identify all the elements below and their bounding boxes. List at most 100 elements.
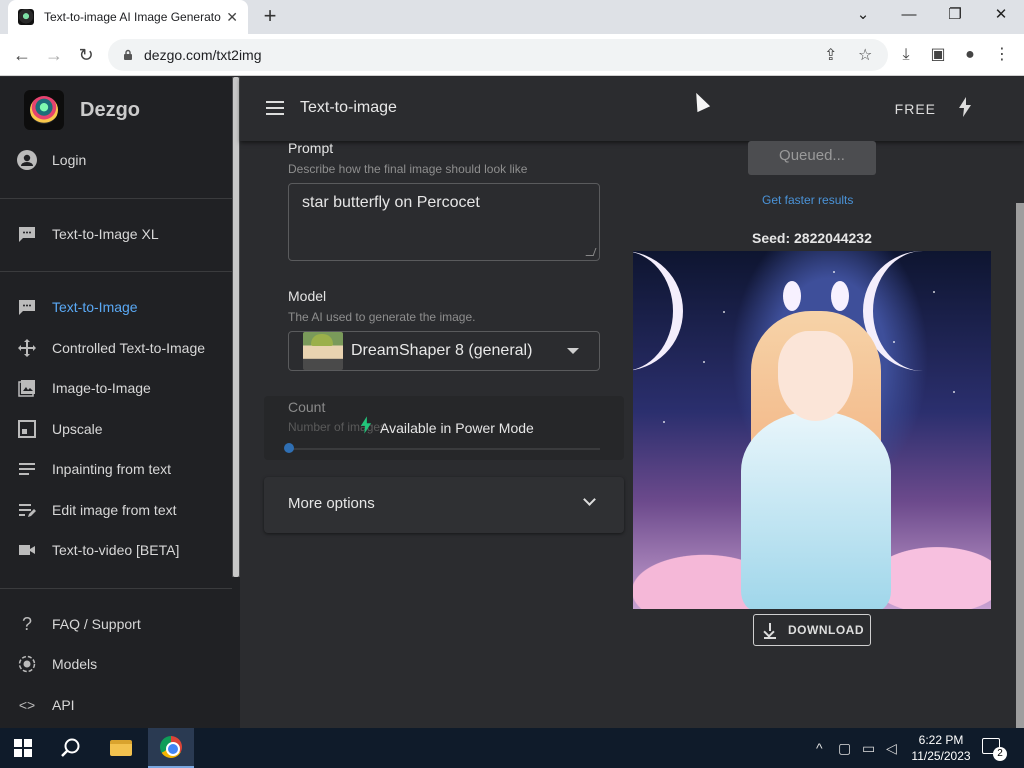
more-options-expander[interactable]: More options xyxy=(264,477,624,533)
folder-icon xyxy=(110,740,132,756)
sidebar: Dezgo Login Text-to-Image XL Text-to-Ima… xyxy=(0,77,240,728)
omnibox[interactable]: dezgo.com/txt2img ⇪ ☆ xyxy=(108,39,888,71)
download-button[interactable]: DOWNLOAD xyxy=(753,614,871,646)
lightning-icon[interactable] xyxy=(958,97,972,122)
notification-icon[interactable]: 2 xyxy=(982,738,1007,761)
image-icon xyxy=(16,377,38,399)
main-scrollbar[interactable] xyxy=(1016,203,1024,728)
bookmark-star-icon[interactable]: ☆ xyxy=(858,45,872,65)
generated-image[interactable] xyxy=(633,251,991,609)
top-app-bar: Text-to-image FREE xyxy=(240,77,1024,141)
page-title: Text-to-image xyxy=(300,99,397,116)
sidebar-item-inpainting-from-text[interactable]: Inpainting from text xyxy=(16,457,171,481)
notification-count: 2 xyxy=(993,747,1007,761)
download-icon xyxy=(764,623,776,637)
sidebar-item-label: Text-to-Image xyxy=(52,299,138,315)
seed-text: Seed: 2822044232 xyxy=(752,230,872,246)
close-window-button[interactable]: ✕ xyxy=(978,0,1024,34)
taskbar: ^ ▢ ▭ ◁ 6:22 PM 11/25/2023 2 xyxy=(0,728,1024,768)
sidebar-item-label: Upscale xyxy=(52,421,103,437)
resize-handle-icon[interactable] xyxy=(585,248,597,256)
download-label: DOWNLOAD xyxy=(788,623,864,637)
edit-icon xyxy=(16,499,38,521)
windows-icon xyxy=(14,739,32,757)
power-mode-notice[interactable]: Available in Power Mode xyxy=(360,416,534,439)
sidebar-item-text-to-image-xl[interactable]: Text-to-Image XL xyxy=(16,222,159,246)
sidebar-item-label: Login xyxy=(52,152,87,168)
dezgo-logo-icon xyxy=(24,90,64,130)
start-button[interactable] xyxy=(0,728,46,768)
count-slider-handle xyxy=(284,443,294,453)
code-icon: <> xyxy=(18,697,36,713)
model-thumbnail xyxy=(303,332,343,370)
file-explorer-button[interactable] xyxy=(98,728,144,768)
video-icon xyxy=(16,539,38,561)
faster-results-link[interactable]: Get faster results xyxy=(762,193,853,207)
share-icon[interactable]: ⇪ xyxy=(824,45,837,65)
restore-button[interactable]: ❐ xyxy=(932,0,978,34)
sidebar-item-controlled-text-to-image[interactable]: Controlled Text-to-Image xyxy=(16,336,205,360)
clock[interactable]: 6:22 PM 11/25/2023 xyxy=(906,732,976,764)
expand-icon xyxy=(16,418,38,440)
sidebar-item-label: Inpainting from text xyxy=(52,461,172,477)
network-icon[interactable]: ▢ xyxy=(838,740,851,757)
divider xyxy=(0,198,232,199)
url-text: dezgo.com/txt2img xyxy=(144,47,262,63)
chrome-taskbar-button[interactable] xyxy=(148,728,194,768)
brand[interactable]: Dezgo xyxy=(24,90,140,130)
divider xyxy=(0,271,232,272)
sidebar-item-label: Edit image from text xyxy=(52,502,177,518)
browser-tab[interactable]: Text-to-image AI Image Generato ✕ xyxy=(8,0,248,34)
sidebar-item-models[interactable]: Models xyxy=(16,652,97,676)
sidebar-item-edit-image-from-text[interactable]: Edit image from text xyxy=(16,498,177,522)
queued-button[interactable]: Queued... xyxy=(748,141,876,175)
help-icon: ? xyxy=(21,613,32,634)
model-select[interactable]: DreamShaper 8 (general) xyxy=(288,331,600,371)
tray-chevron-icon[interactable]: ^ xyxy=(816,740,823,756)
sidebar-item-label: Text-to-video [BETA] xyxy=(52,542,180,558)
list-icon xyxy=(16,458,38,480)
count-label: Count xyxy=(288,399,326,415)
sidebar-item-upscale[interactable]: Upscale xyxy=(16,417,103,441)
tab-search-icon[interactable]: ⌄ xyxy=(840,0,886,34)
sidebar-item-api[interactable]: <> API xyxy=(16,693,75,717)
volume-muted-icon[interactable]: ◁ xyxy=(886,740,897,757)
divider xyxy=(0,588,232,589)
page: Dezgo Login Text-to-Image XL Text-to-Ima… xyxy=(0,77,1024,728)
side-panel-icon[interactable]: ▣ xyxy=(926,43,950,67)
new-tab-button[interactable]: + xyxy=(258,4,282,28)
tab-close-icon[interactable]: ✕ xyxy=(226,9,238,26)
account-icon xyxy=(16,149,38,171)
count-slider-track xyxy=(288,448,600,450)
sidebar-item-text-to-video[interactable]: Text-to-video [BETA] xyxy=(16,538,179,562)
sidebar-item-login[interactable]: Login xyxy=(16,148,86,172)
download-icon[interactable]: ⤓ xyxy=(894,43,918,67)
clock-time: 6:22 PM xyxy=(918,733,964,747)
sidebar-item-label: API xyxy=(52,697,75,713)
sidebar-scrollbar[interactable] xyxy=(232,77,240,577)
sidebar-item-image-to-image[interactable]: Image-to-Image xyxy=(16,376,151,400)
search-button[interactable] xyxy=(48,728,94,768)
profile-icon[interactable]: ● xyxy=(958,43,982,67)
prompt-input[interactable]: star butterfly on Percocet xyxy=(288,183,600,261)
prompt-label: Prompt xyxy=(288,140,334,156)
back-button[interactable]: ← xyxy=(10,43,34,67)
model-value: DreamShaper 8 (general) xyxy=(351,342,533,359)
reload-button[interactable]: ↻ xyxy=(74,43,98,67)
chevron-down-icon xyxy=(583,493,596,506)
hamburger-menu-icon[interactable] xyxy=(266,101,284,115)
prompt-value: star butterfly on Percocet xyxy=(302,194,480,211)
forward-button[interactable]: → xyxy=(42,43,66,67)
plan-label[interactable]: FREE xyxy=(895,101,936,117)
search-icon xyxy=(61,738,80,757)
minimize-button[interactable]: — xyxy=(886,0,932,34)
sidebar-item-label: Models xyxy=(52,656,98,672)
power-bolt-icon xyxy=(360,416,372,439)
model-label: Model xyxy=(288,288,327,304)
menu-icon[interactable]: ⋮ xyxy=(990,43,1014,67)
sidebar-item-faq-support[interactable]: ? FAQ / Support xyxy=(16,612,141,636)
sidebar-item-text-to-image[interactable]: Text-to-Image xyxy=(16,295,138,319)
tab-title: Text-to-image AI Image Generato xyxy=(44,10,221,24)
display-icon[interactable]: ▭ xyxy=(862,740,875,757)
power-mode-text: Available in Power Mode xyxy=(380,419,534,436)
